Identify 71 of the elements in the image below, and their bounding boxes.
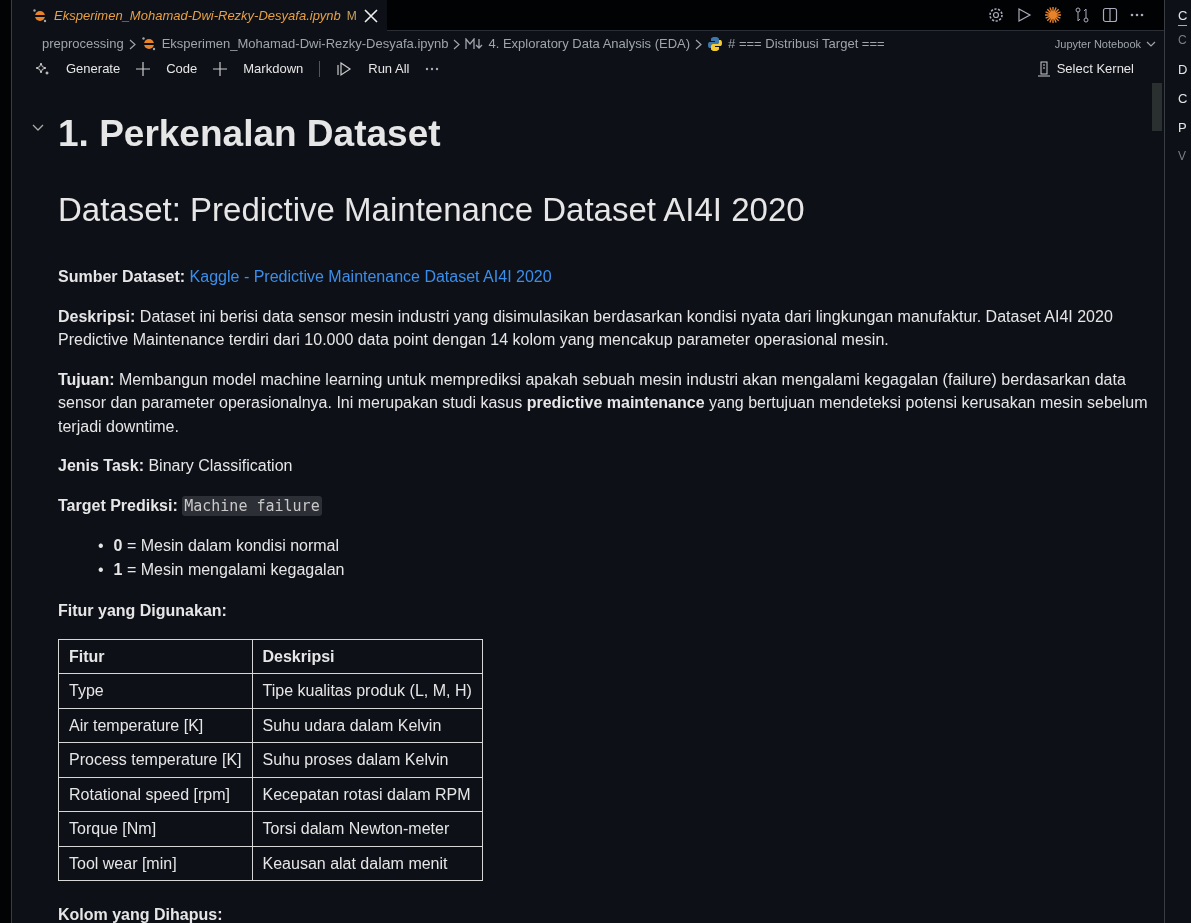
table-cell: Rotational speed [rpm] xyxy=(58,777,252,812)
paragraph: Jenis Task: Binary Classification xyxy=(58,456,294,476)
table-cell: Process temperature [K] xyxy=(58,742,252,777)
paragraph: Deskripsi: Dataset ini berisi data sensor mesin industri yang disimulasikan berdasarkan kondisi nyata dari lingkungan manufaktur. Dataset AI4I 2020 Predictive Maintenance terdiri dari 10.000 data point dengan 14 kolom yang mencakup parameter operasional mesin. xyxy=(58,306,1114,350)
more-icon[interactable] xyxy=(425,67,440,71)
table-cell: Tool wear [min] xyxy=(58,846,252,881)
select-kernel-button[interactable]: Select Kernel xyxy=(1056,59,1134,79)
starburst-icon[interactable] xyxy=(1044,6,1062,24)
dataset-link[interactable]: Kaggle - Predictive Maintenance Dataset AI4I 2020 xyxy=(189,268,552,285)
run-icon[interactable] xyxy=(1016,7,1032,23)
table-cell: Type xyxy=(58,673,252,708)
more-icon[interactable] xyxy=(1130,13,1144,17)
sparkle-icon xyxy=(36,62,50,76)
compare-icon[interactable] xyxy=(1074,7,1090,23)
table-cell: Suhu proses dalam Kelvin xyxy=(252,742,483,777)
breadcrumb-item[interactable]: Eksperimen_Mohamad-Dwi-Rezky-Desyafa.ipynb xyxy=(161,34,449,54)
table-cell: Torque [Nm] xyxy=(58,811,252,846)
heading: 1. Perkenalan Dataset xyxy=(58,112,442,156)
toolbar-button[interactable]: Markdown xyxy=(243,59,304,79)
paragraph: Sumber Dataset: Kaggle - Predictive Maintenance Dataset AI4I 2020 xyxy=(58,267,553,287)
chevron-right-icon xyxy=(453,38,461,50)
panel-item: V xyxy=(1178,148,1187,165)
paragraph: Fitur yang Digunakan: xyxy=(58,601,228,621)
toolbar-button[interactable]: Code xyxy=(166,59,198,79)
settings-icon[interactable] xyxy=(988,7,1004,23)
panel-item: C xyxy=(1178,32,1188,49)
panel-item[interactable]: P xyxy=(1178,113,1191,142)
paragraph: Target Prediksi: Machine failure xyxy=(58,494,323,518)
notebook-type-label[interactable]: Jupyter Notebook xyxy=(1054,35,1141,53)
table-cell: Torsi dalam Newton-meter xyxy=(252,811,483,846)
close-icon[interactable] xyxy=(362,7,379,24)
plus-icon xyxy=(136,62,151,76)
tab-title: Eksperimen_Mohamad-Dwi-Rezky-Desyafa.ipynb xyxy=(54,6,341,25)
toolbar-button[interactable]: Generate xyxy=(66,59,121,79)
table-cell: Air temperature [K] xyxy=(58,708,252,743)
python-icon xyxy=(707,36,724,52)
table-cell: Keausan alat dalam menit xyxy=(252,846,483,881)
split-editor-icon[interactable] xyxy=(1102,7,1118,23)
modified-label: M xyxy=(346,7,357,25)
markdown-icon xyxy=(465,38,484,50)
paragraph: Kolom yang Dihapus: xyxy=(58,905,224,923)
bullet: • xyxy=(98,536,104,556)
chevron-right-icon xyxy=(128,38,136,50)
breadcrumb-item[interactable]: preprocessing xyxy=(42,34,124,54)
table-cell: Kecepatan rotasi dalam RPM xyxy=(252,777,483,812)
scrollbar-thumb[interactable] xyxy=(1152,83,1162,131)
chevron-right-icon xyxy=(695,38,703,50)
panel-item[interactable]: D xyxy=(1178,55,1191,84)
panel-tab[interactable]: C xyxy=(1178,6,1188,26)
notebook-icon xyxy=(140,36,157,52)
run-all-icon xyxy=(336,61,353,77)
collapse-chevron-icon[interactable] xyxy=(32,123,44,132)
list-item: 0 = Mesin dalam kondisi normal xyxy=(113,536,340,556)
toolbar-button[interactable]: Run All xyxy=(368,59,410,79)
chevron-down-icon[interactable] xyxy=(1146,40,1156,48)
bullet: • xyxy=(98,559,104,580)
inline-code: Machine failure xyxy=(182,495,322,516)
column-header: Deskripsi xyxy=(252,639,483,674)
notebook-icon xyxy=(32,7,48,24)
list-item: 1 = Mesin mengalami kegagalan xyxy=(113,559,345,580)
breadcrumb-item[interactable]: # === Distribusi Target === xyxy=(728,34,885,54)
breadcrumb-item[interactable]: 4. Exploratory Data Analysis (EDA) xyxy=(488,34,691,54)
plus-icon xyxy=(213,62,228,76)
table-cell: Suhu udara dalam Kelvin xyxy=(252,708,483,743)
column-header: Fitur xyxy=(58,639,252,674)
paragraph: Tujuan: Membangun model machine learning untuk memprediksi apakah sebuah mesin industri akan mengalami kegagalan (failure) berdasarkan data sensor dan parameter operasionalnya. Ini merupakan studi kasus predictive maintenance yang bertujuan mendeteksi potensi kerusakan mesin sebelum terjadi downtime. xyxy=(58,369,1149,437)
table-cell: Tipe kualitas produk (L, M, H) xyxy=(252,673,483,708)
panel-item[interactable]: C xyxy=(1178,84,1191,113)
server-icon xyxy=(1036,61,1051,77)
subheading: Dataset: Predictive Maintenance Dataset AI4I 2020 xyxy=(58,190,806,230)
editor-tab[interactable]: Eksperimen_Mohamad-Dwi-Rezky-Desyafa.ipynb M xyxy=(12,0,387,31)
